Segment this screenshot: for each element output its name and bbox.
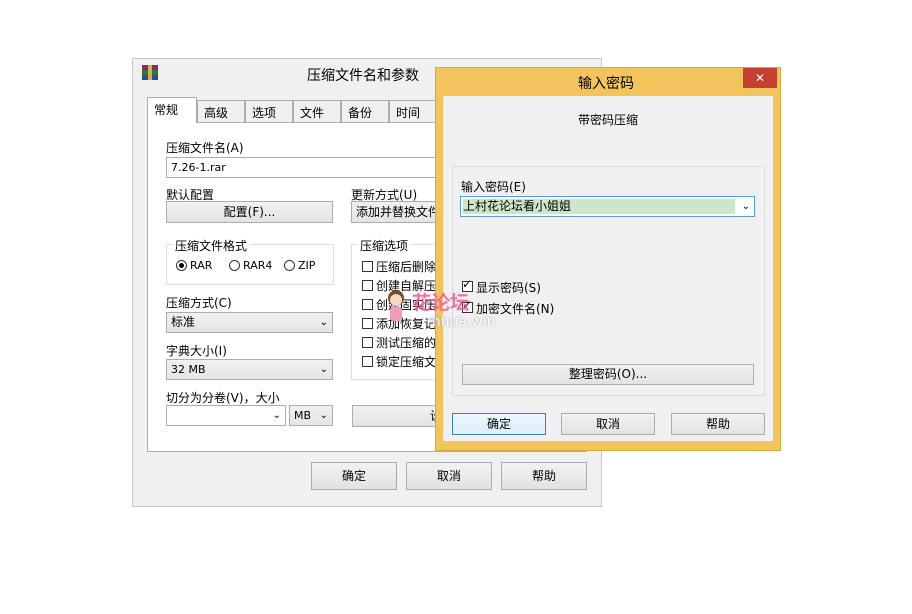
close-button[interactable]: ✕ — [743, 68, 777, 88]
format-rar-label: RAR — [190, 259, 213, 272]
tab-time[interactable]: 时间 — [389, 100, 437, 122]
password-label: 输入密码(E) — [461, 180, 526, 194]
dictionary-value: 32 MB — [171, 363, 206, 376]
password-input[interactable]: 上村花论坛看小姐姐 ⌄ — [460, 196, 755, 217]
main-cancel-button[interactable]: 取消 — [406, 462, 492, 490]
archive-name-label: 压缩文件名(A) — [166, 141, 244, 155]
compression-method-select[interactable]: 标准 ⌄ — [166, 312, 333, 333]
option-delete-checkbox[interactable] — [362, 261, 373, 272]
tab-advanced[interactable]: 高级 — [197, 100, 245, 122]
watermark-text: 花论坛 — [412, 292, 470, 314]
split-unit-select[interactable]: MB ⌄ — [289, 405, 333, 426]
watermark-mascot-icon — [384, 288, 408, 324]
watermark-subtext: mhua.win — [427, 314, 496, 330]
option-delete-label: 压缩后删除 — [376, 260, 437, 274]
format-zip-radio[interactable] — [284, 260, 295, 271]
tab-files[interactable]: 文件 — [293, 100, 341, 122]
main-help-button[interactable]: 帮助 — [501, 462, 587, 490]
close-icon: ✕ — [754, 71, 766, 85]
split-label: 切分为分卷(V)，大小 — [166, 391, 280, 405]
format-zip-label: ZIP — [298, 259, 316, 272]
main-dialog-title: 压缩文件名和参数 — [307, 68, 419, 84]
split-size-input[interactable]: ⌄ — [166, 405, 286, 426]
format-rar-radio[interactable] — [176, 260, 187, 271]
format-rar4-radio[interactable] — [229, 260, 240, 271]
archive-name-input[interactable]: 7.26-1.rar — [166, 157, 466, 178]
dictionary-label: 字典大小(I) — [166, 344, 227, 358]
password-help-button[interactable]: 帮助 — [671, 413, 765, 435]
password-heading: 带密码压缩 — [578, 113, 639, 127]
compression-method-label: 压缩方式(C) — [166, 296, 232, 310]
winrar-icon — [142, 65, 158, 80]
password-ok-button[interactable]: 确定 — [452, 413, 546, 435]
split-unit-value: MB — [294, 409, 312, 422]
profile-button[interactable]: 配置(F)... — [166, 201, 333, 223]
option-solid-checkbox[interactable] — [362, 299, 373, 310]
chevron-down-icon: ⌄ — [319, 410, 328, 421]
dictionary-select[interactable]: 32 MB ⌄ — [166, 359, 333, 380]
option-test-label: 测试压缩的 — [376, 336, 437, 350]
option-test-checkbox[interactable] — [362, 337, 373, 348]
compression-options-label: 压缩选项 — [357, 237, 412, 254]
chevron-down-icon: ⌄ — [272, 410, 281, 421]
option-sfx-checkbox[interactable] — [362, 280, 373, 291]
tab-general[interactable]: 常规 — [147, 97, 197, 123]
password-cancel-button[interactable]: 取消 — [561, 413, 655, 435]
option-lock-label: 锁定压缩文 — [376, 355, 437, 369]
main-ok-button[interactable]: 确定 — [311, 462, 397, 490]
password-value: 上村花论坛看小姐姐 — [463, 199, 735, 214]
chevron-down-icon: ⌄ — [319, 317, 328, 328]
chevron-down-icon: ⌄ — [319, 364, 328, 375]
option-lock-checkbox[interactable] — [362, 356, 373, 367]
option-recovery-checkbox[interactable] — [362, 318, 373, 329]
organize-passwords-button[interactable]: 整理密码(O)... — [462, 364, 754, 385]
chevron-down-icon: ⌄ — [741, 201, 750, 212]
password-dialog-title: 输入密码 — [578, 76, 634, 92]
tab-options[interactable]: 选项 — [245, 100, 293, 122]
archive-format-label: 压缩文件格式 — [172, 237, 251, 254]
show-password-label: 显示密码(S) — [476, 281, 541, 295]
format-rar4-label: RAR4 — [243, 259, 273, 272]
tab-backup[interactable]: 备份 — [341, 100, 389, 122]
compression-method-value: 标准 — [171, 315, 196, 329]
